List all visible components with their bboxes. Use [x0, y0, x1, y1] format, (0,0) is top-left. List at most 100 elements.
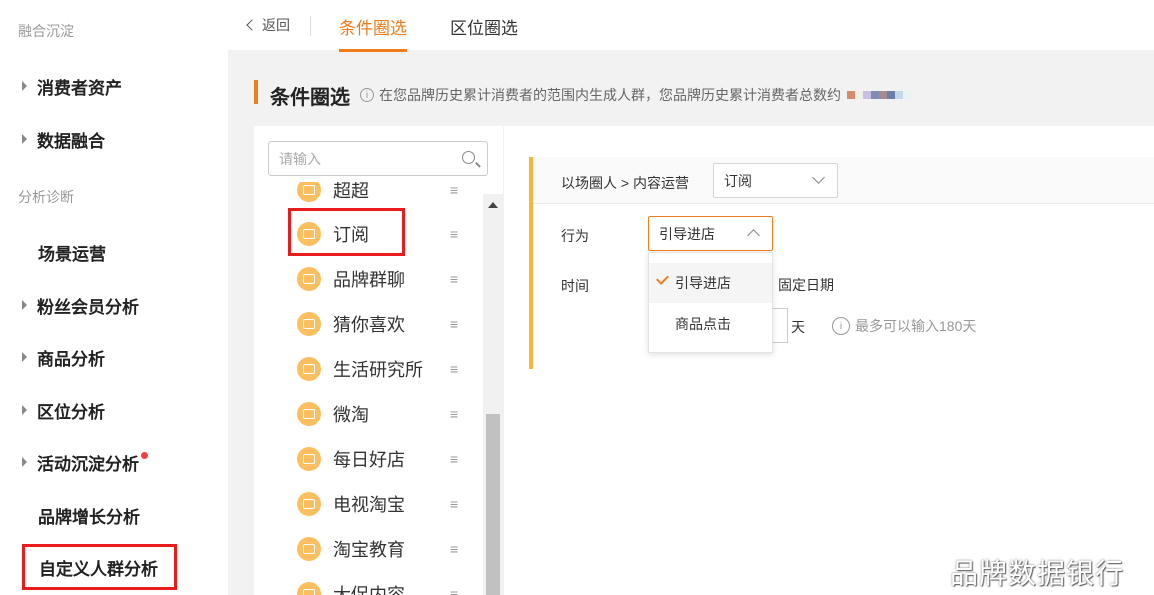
content-icon: [297, 267, 321, 291]
divider: [310, 16, 311, 36]
sidebar-item-brand-growth[interactable]: 品牌增长分析: [38, 500, 140, 530]
behavior-select-value: 引导进店: [659, 225, 715, 242]
drag-handle-icon[interactable]: ≡: [450, 226, 458, 242]
dropdown-option-label: 商品点击: [675, 316, 731, 332]
breadcrumb: 以场圈人 > 内容运营: [561, 175, 689, 191]
behavior-dropdown: 引导进店 商品点击: [648, 252, 773, 353]
content-icon: [297, 537, 321, 561]
search-box: [268, 141, 488, 176]
list-item[interactable]: 品牌群聊 ≡: [297, 264, 477, 294]
sidebar-item-consumer-assets[interactable]: 消费者资产: [22, 71, 122, 101]
drag-handle-icon[interactable]: ≡: [450, 271, 458, 287]
behavior-label: 行为: [561, 228, 589, 244]
list-item-label: 超超: [333, 182, 369, 201]
caret-right-icon: [22, 352, 27, 362]
drag-handle-icon[interactable]: ≡: [450, 316, 458, 332]
drag-handle-icon[interactable]: ≡: [450, 541, 458, 557]
category-panel: 超超≡ 订阅≡ 品牌群聊≡ 猜你喜欢≡ 生活研究所≡ 微淘≡ 每日好店≡ 电视淘…: [254, 126, 503, 595]
header-info: i 在您品牌历史累计消费者的范围内生成人群，您品牌历史累计消费者总数约: [360, 85, 911, 105]
caret-right-icon: [22, 405, 27, 415]
list-item-label: 大促内容: [333, 585, 405, 595]
list-item[interactable]: 电视淘宝 ≡: [297, 489, 477, 519]
list-item[interactable]: 大促内容 ≡: [297, 579, 477, 595]
search-icon[interactable]: [462, 151, 475, 164]
content-icon: [297, 182, 321, 202]
hint-text: 最多可以输入180天: [855, 318, 977, 334]
dropdown-option-guide-store[interactable]: 引导进店: [649, 263, 772, 303]
content-icon: [297, 312, 321, 336]
sidebar-item-label: 区位分析: [37, 402, 105, 422]
sidebar: 融合沉淀 消费者资产 数据融合 分析诊断 场景运营 粉丝会员分析 商品分析 区位…: [0, 0, 228, 595]
title-accent-bar: [254, 80, 258, 104]
drag-handle-icon[interactable]: ≡: [450, 451, 458, 467]
list-item[interactable]: 微淘 ≡: [297, 399, 477, 429]
back-button[interactable]: 返回: [246, 15, 290, 35]
list-item-label: 微淘: [333, 405, 369, 425]
drag-handle-icon[interactable]: ≡: [450, 361, 458, 377]
list-item-label: 淘宝教育: [333, 540, 405, 560]
behavior-select[interactable]: 引导进店: [648, 216, 773, 251]
sidebar-section-analysis: 分析诊断: [18, 189, 74, 205]
sidebar-item-custom-audience[interactable]: 自定义人群分析: [22, 544, 177, 590]
list-item-label: 生活研究所: [333, 360, 423, 380]
list-item[interactable]: 猜你喜欢 ≡: [297, 309, 477, 339]
caret-right-icon: [22, 300, 27, 310]
content-icon: [297, 402, 321, 426]
category-select[interactable]: 订阅: [713, 163, 838, 198]
list-item[interactable]: 超超 ≡: [297, 182, 477, 205]
days-input[interactable]: [771, 308, 788, 343]
content-icon: [297, 447, 321, 471]
sidebar-item-label: 粉丝会员分析: [37, 297, 139, 317]
content-icon: [297, 582, 321, 595]
sidebar-item-label: 商品分析: [37, 349, 105, 369]
scrollbar[interactable]: [483, 194, 503, 595]
scroll-up-icon[interactable]: [488, 202, 498, 208]
content-icon: [297, 492, 321, 516]
drag-handle-icon[interactable]: ≡: [450, 496, 458, 512]
search-input[interactable]: [269, 150, 449, 167]
info-icon: i: [360, 88, 374, 102]
tab-condition-select[interactable]: 条件圈选: [339, 14, 407, 52]
list-item-label: 品牌群聊: [333, 270, 405, 290]
sidebar-item-campaign[interactable]: 活动沉淀分析: [22, 447, 148, 477]
sidebar-item-data-fusion[interactable]: 数据融合: [22, 124, 105, 154]
caret-right-icon: [22, 134, 27, 144]
content-icon: [297, 357, 321, 381]
sidebar-item-scene-ops[interactable]: 场景运营: [38, 237, 106, 267]
info-icon: i: [832, 317, 850, 335]
dropdown-option-label: 引导进店: [675, 275, 731, 291]
list-item[interactable]: 每日好店 ≡: [297, 444, 477, 474]
notification-dot: [141, 451, 148, 459]
dropdown-option-product-click[interactable]: 商品点击: [649, 304, 772, 344]
day-unit: 天: [791, 319, 805, 335]
tab-location-select[interactable]: 区位圈选: [450, 14, 518, 39]
watermark: 品牌数据银行: [950, 558, 1125, 589]
sidebar-item-location[interactable]: 区位分析: [22, 395, 105, 425]
list-item[interactable]: 淘宝教育 ≡: [297, 534, 477, 564]
fixed-date-option[interactable]: 固定日期: [778, 275, 834, 295]
drag-handle-icon[interactable]: ≡: [450, 406, 458, 422]
sidebar-item-fans[interactable]: 粉丝会员分析: [22, 290, 139, 320]
scroll-thumb[interactable]: [486, 414, 500, 595]
hint: i 最多可以输入180天: [832, 316, 976, 336]
caret-right-icon: [22, 81, 27, 91]
caret-right-icon: [22, 457, 27, 467]
list-item-label: 猜你喜欢: [333, 315, 405, 335]
category-select-value: 订阅: [724, 172, 752, 189]
drag-handle-icon[interactable]: ≡: [450, 586, 458, 595]
sidebar-item-label: 消费者资产: [37, 78, 122, 98]
chevron-up-icon: [747, 229, 760, 242]
sidebar-item-product[interactable]: 商品分析: [22, 342, 105, 372]
back-label: 返回: [262, 17, 290, 33]
list-item-label: 每日好店: [333, 450, 405, 470]
list-item[interactable]: 生活研究所 ≡: [297, 354, 477, 384]
chevron-left-icon: [246, 19, 258, 31]
highlight-box: [288, 208, 405, 256]
sidebar-item-label: 数据融合: [37, 131, 105, 151]
sidebar-section-fusion: 融合沉淀: [18, 23, 74, 39]
chevron-down-icon: [812, 171, 825, 184]
blurred-count: [847, 91, 911, 99]
header-info-text: 在您品牌历史累计消费者的范围内生成人群，您品牌历史累计消费者总数约: [379, 87, 841, 103]
drag-handle-icon[interactable]: ≡: [450, 182, 458, 198]
check-icon: [656, 272, 669, 285]
